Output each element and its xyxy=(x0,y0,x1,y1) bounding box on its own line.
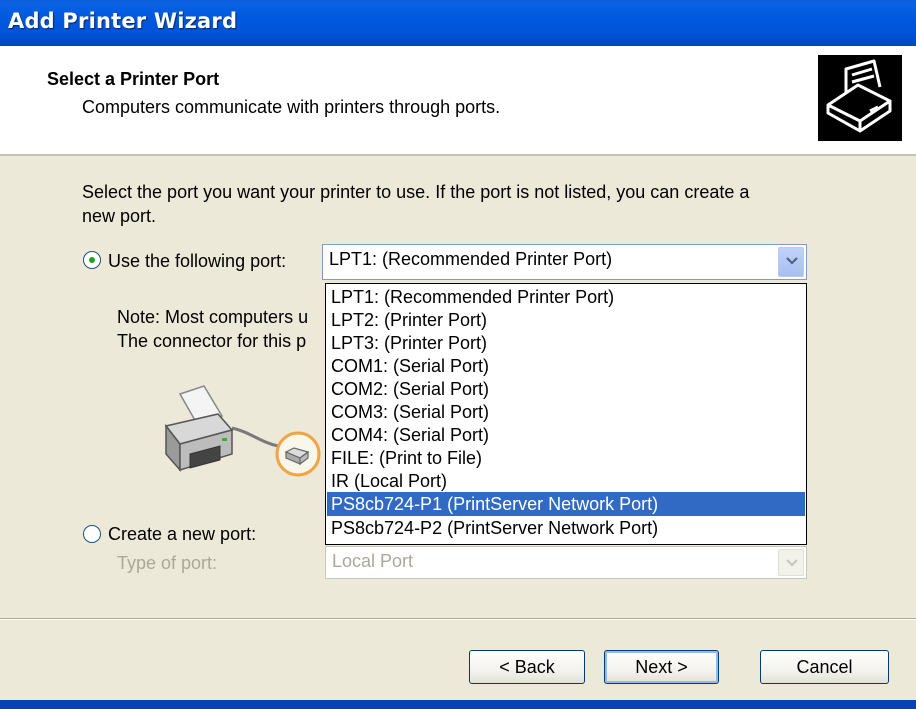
port-dropdown-list[interactable]: LPT1: (Recommended Printer Port) LPT2: (… xyxy=(325,283,807,545)
next-button[interactable]: Next > xyxy=(604,650,719,684)
port-select-combo[interactable]: LPT1: (Recommended Printer Port) xyxy=(322,244,807,280)
printer-port-icon xyxy=(818,55,902,141)
radio-selected-dot xyxy=(89,257,95,263)
printer-illustration xyxy=(160,362,325,497)
note-text-line1: Note: Most computers u xyxy=(117,307,309,327)
note-text-line2: The connector for this p xyxy=(117,331,307,351)
chevron-down-icon xyxy=(786,257,798,265)
type-of-port-label: Type of port: xyxy=(117,553,218,573)
type-of-port-value: Local Port xyxy=(332,551,414,571)
type-of-port-dropdown-button xyxy=(778,549,804,576)
port-select-value: LPT1: (Recommended Printer Port) xyxy=(329,249,613,269)
type-of-port-combo: Local Port xyxy=(325,546,807,579)
dropdown-item-com1[interactable]: COM1: (Serial Port) xyxy=(327,354,805,378)
chevron-down-icon xyxy=(786,559,798,567)
back-button[interactable]: < Back xyxy=(469,650,585,684)
dropdown-item-com4[interactable]: COM4: (Serial Port) xyxy=(327,423,805,447)
cancel-button[interactable]: Cancel xyxy=(760,650,889,684)
use-following-port-label[interactable]: Use the following port: xyxy=(108,249,286,273)
footer-separator xyxy=(0,618,916,620)
window-title: Add Printer Wizard xyxy=(8,9,238,33)
dropdown-item-com3[interactable]: COM3: (Serial Port) xyxy=(327,400,805,424)
dropdown-item-lpt3[interactable]: LPT3: (Printer Port) xyxy=(327,331,805,355)
dropdown-item-lpt1[interactable]: LPT1: (Recommended Printer Port) xyxy=(327,285,805,309)
dropdown-item-file[interactable]: FILE: (Print to File) xyxy=(327,446,805,470)
dropdown-item-com2[interactable]: COM2: (Serial Port) xyxy=(327,377,805,401)
wizard-header: Select a Printer Port Computers communic… xyxy=(0,46,916,156)
page-subtitle: Computers communicate with printers thro… xyxy=(82,97,501,117)
title-bar[interactable]: Add Printer Wizard xyxy=(0,0,916,46)
dropdown-item-lpt2[interactable]: LPT2: (Printer Port) xyxy=(327,308,805,332)
instruction-text-line1: Select the port you want your printer to… xyxy=(82,182,750,202)
dropdown-item-ps8cb724-p1[interactable]: PS8cb724-P1 (PrintServer Network Port) xyxy=(327,492,805,516)
page-title: Select a Printer Port xyxy=(47,69,220,89)
window-bottom-border xyxy=(0,700,916,709)
dropdown-item-ps8cb724-p2[interactable]: PS8cb724-P2 (PrintServer Network Port) xyxy=(327,516,805,540)
instruction-text-line2: new port. xyxy=(82,206,157,226)
port-select-dropdown-button[interactable] xyxy=(778,247,804,277)
create-new-port-radio[interactable] xyxy=(83,525,101,543)
create-new-port-label[interactable]: Create a new port: xyxy=(108,522,256,546)
dropdown-item-ir[interactable]: IR (Local Port) xyxy=(327,469,805,493)
add-printer-wizard-window: Add Printer Wizard Select a Printer Port… xyxy=(0,0,916,709)
use-following-port-radio[interactable] xyxy=(83,251,101,269)
